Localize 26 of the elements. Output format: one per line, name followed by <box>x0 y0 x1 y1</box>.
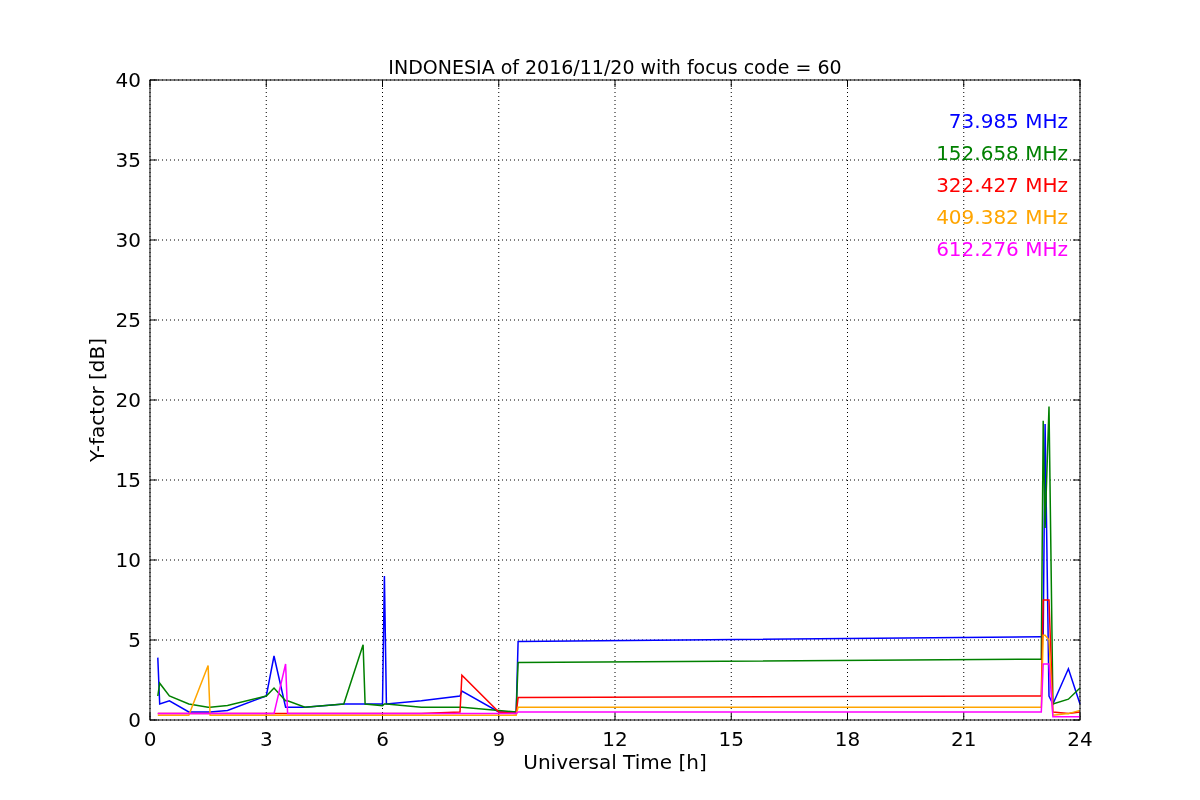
y-tick-label: 15 <box>115 468 141 492</box>
legend-label: 409.382 MHz <box>936 205 1068 229</box>
chart-title: INDONESIA of 2016/11/20 with focus code = 60 <box>388 56 842 78</box>
y-tick-label: 25 <box>115 308 141 332</box>
legend-label: 73.985 MHz <box>948 109 1068 133</box>
x-tick-label: 21 <box>951 727 977 751</box>
legend-label: 152.658 MHz <box>936 141 1068 165</box>
y-tick-label: 30 <box>115 228 141 252</box>
y-tick-label: 0 <box>128 708 141 732</box>
legend-label: 322.427 MHz <box>936 173 1068 197</box>
x-tick-label: 18 <box>834 727 861 751</box>
y-tick-label: 35 <box>115 148 141 172</box>
x-tick-label: 9 <box>492 727 506 751</box>
y-axis-label: Y-factor [dB] <box>85 338 109 462</box>
x-tick-label: 24 <box>1067 727 1093 751</box>
y-tick-label: 5 <box>128 628 141 652</box>
legend-label: 612.276 MHz <box>936 237 1068 261</box>
x-tick-label: 6 <box>376 727 389 751</box>
x-tick-label: 0 <box>143 727 157 751</box>
x-axis-label: Universal Time [h] <box>523 750 707 774</box>
y-tick-label: 10 <box>115 548 141 572</box>
x-tick-label: 12 <box>602 727 628 751</box>
x-tick-label: 15 <box>718 727 744 751</box>
x-tick-label: 3 <box>259 727 273 751</box>
y-tick-label: 20 <box>115 388 141 412</box>
y-tick-label: 40 <box>115 68 141 92</box>
